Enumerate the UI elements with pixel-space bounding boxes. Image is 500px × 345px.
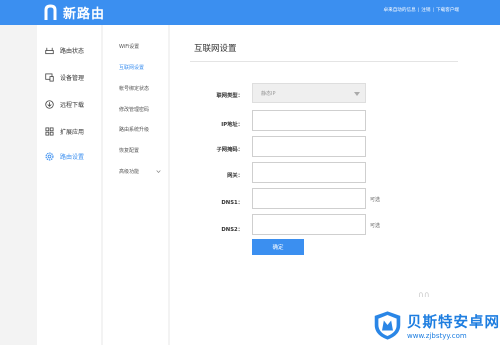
sidebar-item-label: 远程下载 [60, 101, 85, 109]
connection-type-label: 联网类型： [216, 93, 244, 99]
main-content: 互联网设置 联网类型： 静态IP IP地址： 子网掩码： 网关： DNS1： 可… [170, 25, 500, 345]
settings-icon [45, 151, 54, 161]
dns1-input[interactable] [252, 188, 366, 209]
chevron-down-icon[interactable] [156, 169, 161, 174]
download-client-link[interactable]: 下载客户端 [436, 7, 459, 13]
main-sidebar: 路由状态 设备管理 远程下载 扩展应用 路由设置 [37, 25, 101, 345]
apps-icon [45, 126, 54, 136]
subnet-mask-input[interactable] [252, 136, 366, 157]
dns2-label: DNS2： [221, 227, 243, 233]
dns2-input[interactable] [252, 214, 366, 235]
subnav-item-firmware-upgrade[interactable]: 路由系统升级 [119, 126, 149, 133]
subnav-item-restore-config[interactable]: 恢复配置 [119, 147, 139, 154]
user-info-link[interactable]: 卓来自动的信息 [384, 7, 416, 13]
ip-address-input[interactable] [252, 110, 366, 131]
settings-subnav: WiFi设置 互联网设置 帐号绑定状态 修改管理密码 路由系统升级 恢复配置 高… [103, 25, 168, 345]
subnav-item-account-binding[interactable]: 帐号绑定状态 [119, 85, 149, 92]
loading-indicator: ∩∩ [418, 290, 430, 299]
header-links: 卓来自动的信息 | 注销 | 下载客户端 [384, 7, 459, 14]
link-separator: | [417, 7, 420, 13]
watermark-title: 贝斯特安卓网 [407, 314, 500, 331]
subnav-item-admin-password[interactable]: 修改管理密码 [119, 106, 149, 113]
sidebar-item-router-status[interactable]: 路由状态 [37, 37, 101, 63]
subnav-item-internet[interactable]: 互联网设置 [119, 64, 144, 71]
site-watermark: 贝斯特安卓网 www.zjbstyy.com [372, 305, 500, 345]
brand-logo[interactable]: 新路由 [44, 2, 105, 22]
brand-logo-icon [44, 3, 57, 20]
sidebar-item-label: 路由状态 [60, 47, 85, 55]
watermark-shield-icon [374, 310, 401, 340]
page-title: 互联网设置 [194, 44, 237, 54]
download-icon [45, 99, 54, 109]
sidebar-item-label: 路由设置 [60, 153, 85, 161]
devices-icon [45, 72, 54, 82]
link-separator: | [432, 7, 435, 13]
connection-type-select[interactable]: 静态IP [252, 83, 366, 103]
sidebar-item-router-settings[interactable]: 路由设置 [37, 143, 101, 169]
sidebar-item-label: 扩展应用 [60, 128, 85, 136]
subnav-item-advanced[interactable]: 高级功能 [119, 168, 139, 175]
confirm-button[interactable]: 确定 [252, 239, 304, 255]
sidebar-item-label: 设备管理 [60, 74, 85, 82]
gateway-label: 网关： [227, 173, 243, 179]
subnav-item-wifi[interactable]: WiFi设置 [119, 43, 139, 50]
title-divider [190, 61, 458, 62]
subnet-mask-label: 子网掩码： [216, 147, 244, 153]
watermark-url: www.zjbstyy.com [407, 331, 467, 340]
brand-name: 新路由 [63, 6, 106, 22]
top-header: 新路由 卓来自动的信息 | 注销 | 下载客户端 [0, 0, 500, 25]
sidebar-item-device-management[interactable]: 设备管理 [37, 64, 101, 90]
dns1-optional-hint: 可选 [370, 197, 381, 203]
sidebar-item-extensions[interactable]: 扩展应用 [37, 118, 101, 144]
dns1-label: DNS1： [221, 200, 243, 206]
router-icon [45, 47, 54, 54]
logout-link[interactable]: 注销 [421, 7, 430, 13]
connection-type-value: 静态IP [261, 90, 276, 97]
ip-address-label: IP地址： [221, 122, 243, 128]
dns2-optional-hint: 可选 [370, 223, 381, 229]
sidebar-item-remote-download[interactable]: 远程下载 [37, 91, 101, 117]
gateway-input[interactable] [252, 162, 366, 183]
caret-down-icon [354, 92, 360, 96]
